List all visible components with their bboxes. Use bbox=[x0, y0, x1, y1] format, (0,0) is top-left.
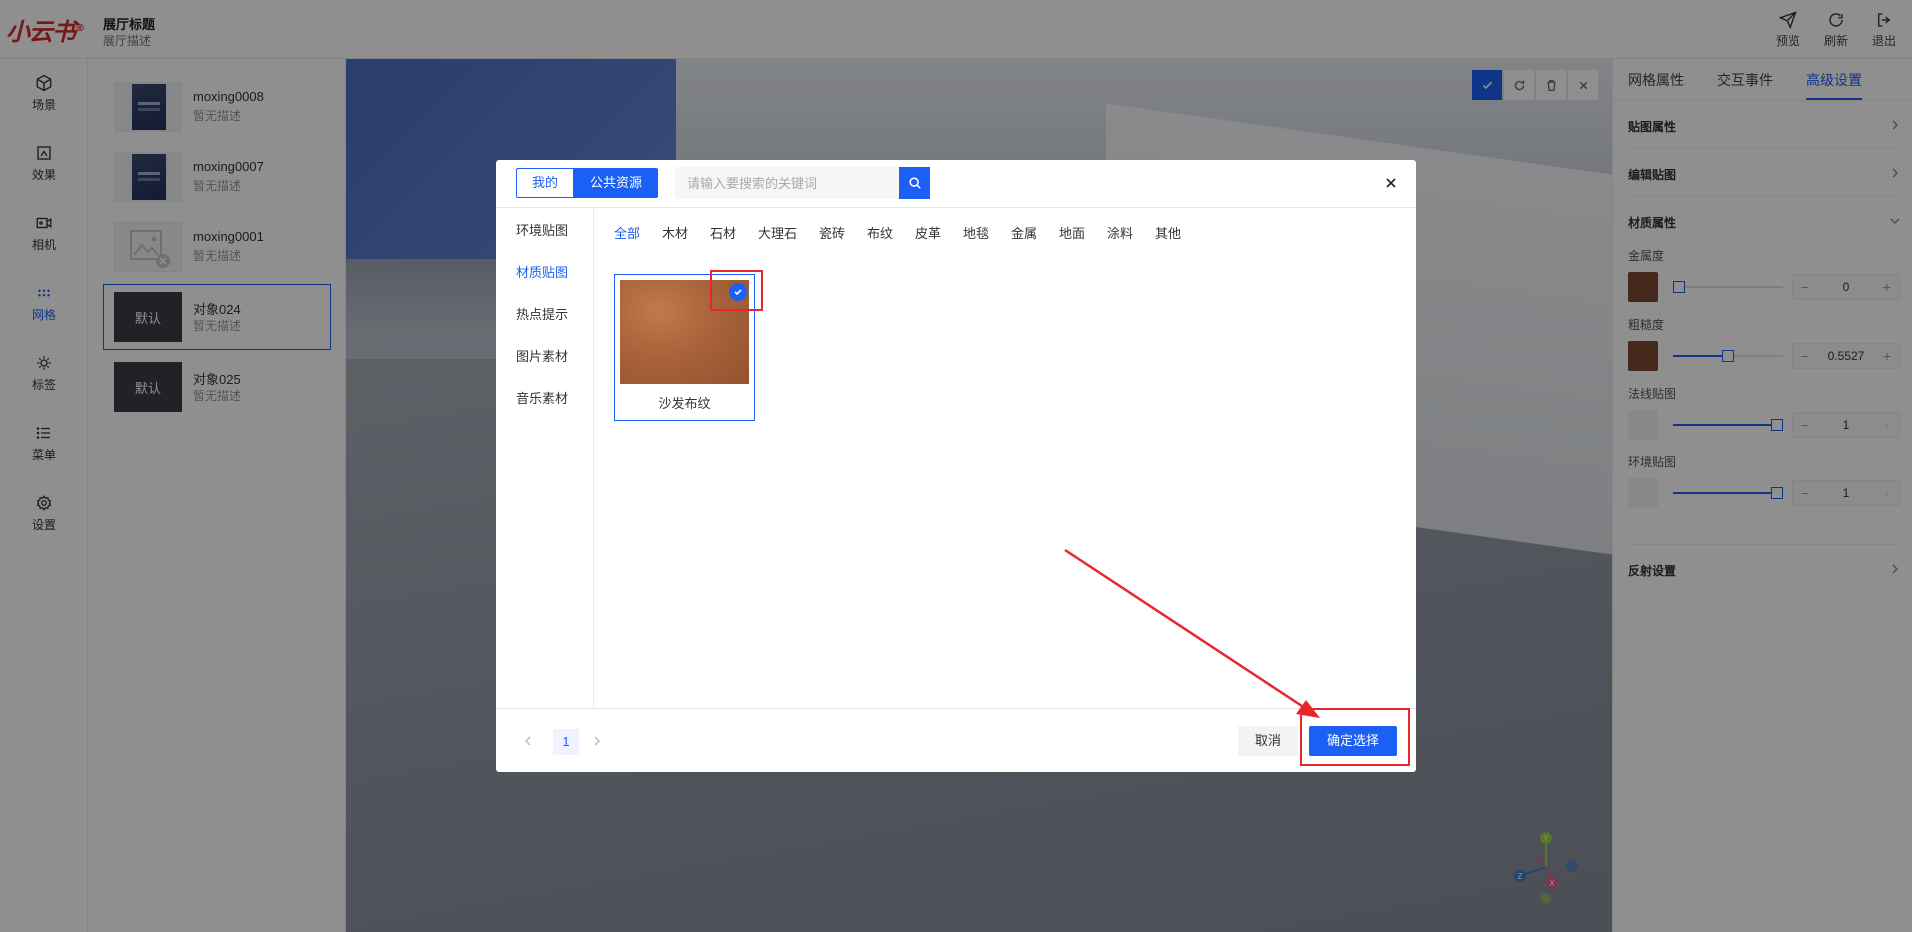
close-icon[interactable] bbox=[1384, 176, 1398, 190]
pagination-prev[interactable] bbox=[516, 729, 540, 753]
category-wood[interactable]: 木材 bbox=[662, 223, 688, 242]
confirm-select-button[interactable]: 确定选择 bbox=[1309, 726, 1397, 756]
cancel-button[interactable]: 取消 bbox=[1238, 726, 1298, 756]
chevron-left-icon bbox=[525, 736, 531, 746]
category-all[interactable]: 全部 bbox=[614, 223, 640, 242]
search-icon bbox=[908, 177, 921, 189]
category-other[interactable]: 其他 bbox=[1155, 223, 1181, 242]
resource-picker-dialog: 我的 公共资源 环境贴图 材质贴图 热点提示 图片素材 音乐素材 全部 木材 石… bbox=[496, 160, 1416, 772]
dialog-header: 我的 公共资源 bbox=[496, 160, 1416, 208]
sidebar-item-material-texture[interactable]: 材质贴图 bbox=[516, 262, 568, 281]
tab-public-resources[interactable]: 公共资源 bbox=[574, 168, 659, 198]
check-icon bbox=[734, 289, 742, 296]
category-leather[interactable]: 皮革 bbox=[915, 223, 941, 242]
sidebar-item-music[interactable]: 音乐素材 bbox=[516, 388, 568, 407]
dialog-footer: 1 取消 确定选择 bbox=[496, 708, 1416, 772]
chevron-right-icon bbox=[594, 736, 600, 746]
category-floor[interactable]: 地面 bbox=[1059, 223, 1085, 242]
resource-type-sidebar: 环境贴图 材质贴图 热点提示 图片素材 音乐素材 bbox=[496, 208, 594, 708]
search-button[interactable] bbox=[899, 167, 930, 199]
category-tile[interactable]: 瓷砖 bbox=[819, 223, 845, 242]
search-input[interactable] bbox=[675, 167, 899, 199]
pagination-next[interactable] bbox=[585, 729, 609, 753]
sidebar-item-hotspot[interactable]: 热点提示 bbox=[516, 304, 568, 323]
resource-content: 全部 木材 石材 大理石 瓷砖 布纹 皮革 地毯 金属 地面 涂料 其他 沙发布… bbox=[594, 208, 1416, 708]
tab-mine[interactable]: 我的 bbox=[516, 168, 575, 198]
category-carpet[interactable]: 地毯 bbox=[963, 223, 989, 242]
category-paint[interactable]: 涂料 bbox=[1107, 223, 1133, 242]
sidebar-item-image[interactable]: 图片素材 bbox=[516, 346, 568, 365]
selected-check-badge bbox=[729, 283, 747, 301]
category-marble[interactable]: 大理石 bbox=[758, 223, 797, 242]
category-metal[interactable]: 金属 bbox=[1011, 223, 1037, 242]
source-toggle: 我的 公共资源 bbox=[516, 168, 659, 198]
texture-card-selected[interactable]: 沙发布纹 bbox=[614, 274, 755, 421]
texture-name: 沙发布纹 bbox=[658, 396, 711, 411]
category-stone[interactable]: 石材 bbox=[710, 223, 736, 242]
category-fabric[interactable]: 布纹 bbox=[867, 223, 893, 242]
sidebar-item-env-texture[interactable]: 环境贴图 bbox=[516, 220, 568, 239]
pagination-page[interactable]: 1 bbox=[553, 729, 579, 755]
